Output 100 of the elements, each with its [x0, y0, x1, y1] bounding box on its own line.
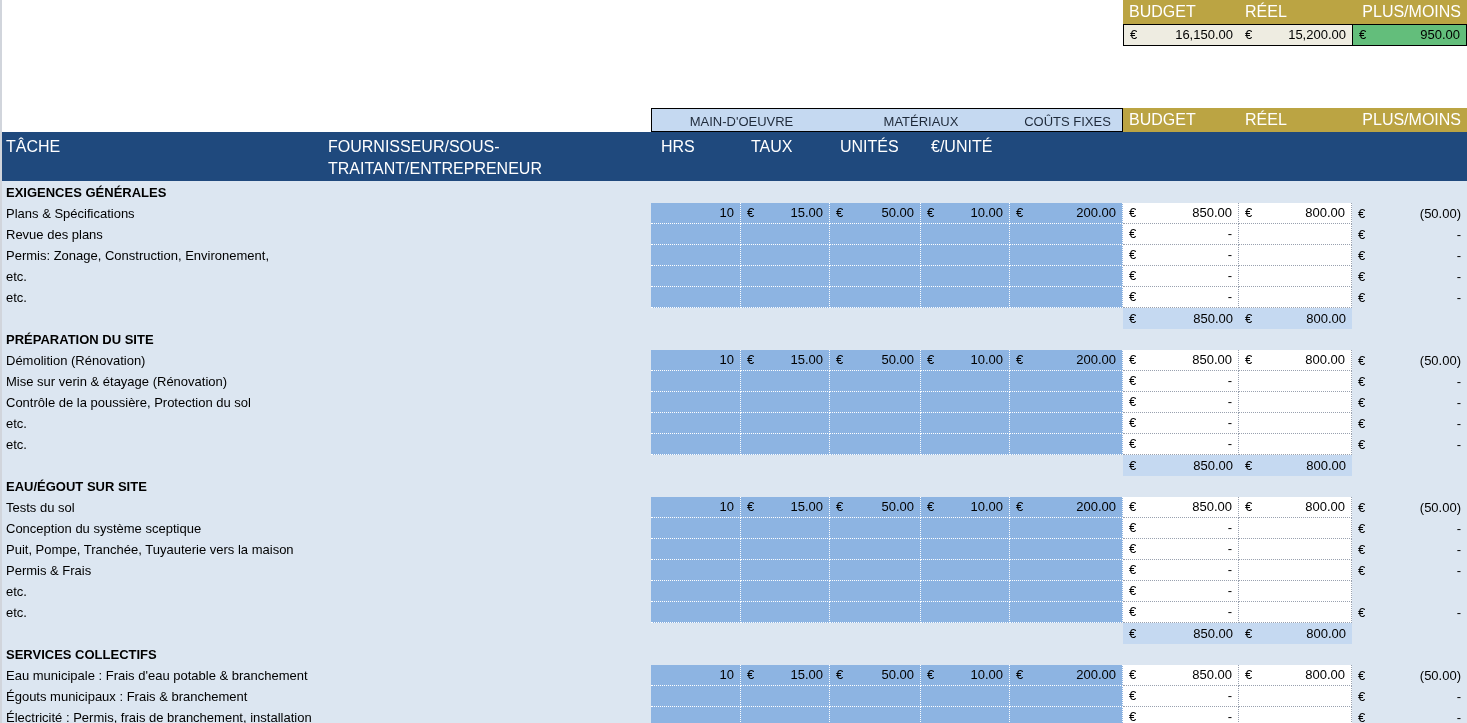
currency-symbol: € — [836, 498, 844, 517]
currency-symbol: € — [1358, 498, 1366, 517]
amount: 15.00 — [790, 351, 823, 370]
task-label: Tests du sol — [6, 498, 75, 517]
amount: - — [1227, 582, 1232, 601]
column-header: PLUS/MOINS — [1352, 0, 1467, 24]
task-label: etc. — [6, 267, 27, 286]
task-label: etc. — [6, 582, 27, 601]
amount: - — [1456, 267, 1461, 286]
currency-symbol: € — [1358, 246, 1366, 265]
currency-symbol: € — [1129, 687, 1137, 706]
currency-symbol: € — [927, 666, 935, 685]
amount: - — [1456, 519, 1461, 538]
currency-symbol: € — [1245, 456, 1253, 475]
amount: - — [1227, 687, 1232, 706]
currency-symbol: € — [1245, 309, 1253, 328]
amount: 800.00 — [1305, 666, 1345, 685]
amount: 50.00 — [881, 666, 914, 685]
amount: 850.00 — [1193, 624, 1233, 643]
column-header: PLUS/MOINS — [1352, 108, 1467, 132]
section-title: PRÉPARATION DU SITE — [5, 330, 155, 349]
amount: 850.00 — [1192, 666, 1232, 685]
amount: 800.00 — [1305, 204, 1345, 223]
column-header: HRS — [661, 138, 695, 155]
amount: (50.00) — [1419, 666, 1461, 685]
currency-symbol: € — [1129, 498, 1137, 517]
amount: 15.00 — [790, 498, 823, 517]
currency-symbol: € — [1016, 204, 1024, 223]
input-cell: 10 — [651, 203, 741, 224]
currency-symbol: € — [1129, 372, 1137, 391]
group-header: MATÉRIAUX — [883, 112, 959, 131]
amount: (50.00) — [1419, 498, 1461, 517]
column-header: €/UNITÉ — [931, 138, 993, 155]
currency-symbol: € — [1016, 498, 1024, 517]
amount: - — [1456, 708, 1461, 723]
currency-symbol: € — [1358, 225, 1366, 244]
amount: 850.00 — [1192, 351, 1232, 370]
currency-symbol: € — [1129, 603, 1137, 622]
currency-symbol: € — [836, 666, 844, 685]
amount: - — [1456, 288, 1461, 307]
currency-symbol: € — [1245, 624, 1253, 643]
amount: 10.00 — [970, 498, 1003, 517]
currency-symbol: € — [1358, 414, 1366, 433]
task-label: Eau municipale : Frais d'eau potable & branchement — [6, 666, 308, 685]
currency-symbol: € — [1129, 666, 1137, 685]
amount: - — [1456, 687, 1461, 706]
task-label: Électricité : Permis, frais de branchement, installation — [6, 708, 312, 723]
amount: - — [1227, 393, 1232, 412]
amount: - — [1227, 246, 1232, 265]
input-cell: 10 — [651, 665, 741, 686]
currency-symbol: € — [1129, 708, 1137, 723]
task-label: Démolition (Rénovation) — [6, 351, 146, 370]
amount: - — [1456, 561, 1461, 580]
task-label: Puit, Pompe, Tranchée, Tuyauterie vers la maison — [6, 540, 294, 559]
currency-symbol: € — [747, 666, 755, 685]
amount: - — [1456, 225, 1461, 244]
currency-symbol: € — [1129, 561, 1137, 580]
section-title: EAU/ÉGOUT SUR SITE — [5, 477, 148, 496]
amount: - — [1227, 603, 1232, 622]
currency-symbol: € — [1129, 624, 1137, 643]
amount: 850.00 — [1192, 498, 1232, 517]
currency-symbol: € — [1016, 351, 1024, 370]
currency-symbol: € — [836, 204, 844, 223]
currency-symbol: € — [927, 498, 935, 517]
currency-symbol: € — [927, 351, 935, 370]
column-header: BUDGET — [1123, 0, 1239, 24]
currency-symbol: € — [1359, 26, 1367, 45]
currency-symbol: € — [1245, 26, 1253, 45]
section-title: EXIGENCES GÉNÉRALES — [5, 183, 168, 202]
amount: (50.00) — [1419, 204, 1461, 223]
currency-symbol: € — [1129, 288, 1137, 307]
currency-symbol: € — [1129, 540, 1137, 559]
column-header: UNITÉS — [840, 138, 899, 155]
amount: 16,150.00 — [1175, 26, 1233, 45]
amount: 800.00 — [1305, 498, 1345, 517]
amount: - — [1227, 414, 1232, 433]
amount: - — [1227, 372, 1232, 391]
currency-symbol: € — [1129, 309, 1137, 328]
amount: 200.00 — [1076, 666, 1116, 685]
currency-symbol: € — [1358, 519, 1366, 538]
currency-symbol: € — [1358, 372, 1366, 391]
amount: - — [1227, 435, 1232, 454]
currency-symbol: € — [1358, 267, 1366, 286]
amount: 850.00 — [1193, 456, 1233, 475]
currency-symbol: € — [1358, 435, 1366, 454]
task-label: Égouts municipaux : Frais & branchement — [6, 687, 248, 706]
amount: 15.00 — [790, 204, 823, 223]
currency-symbol: € — [1245, 666, 1253, 685]
column-header: FOURNISSEUR/SOUS-TRAITANT/ENTREPRENEUR — [328, 137, 543, 179]
amount: 850.00 — [1192, 204, 1232, 223]
amount: - — [1227, 540, 1232, 559]
task-label: Conception du système sceptique — [6, 519, 202, 538]
task-label: etc. — [6, 414, 27, 433]
amount: 50.00 — [881, 498, 914, 517]
group-header: MAIN-D'OEUVRE — [689, 112, 794, 131]
amount: - — [1227, 561, 1232, 580]
amount: 850.00 — [1193, 309, 1233, 328]
currency-symbol: € — [1358, 603, 1366, 622]
currency-symbol: € — [1245, 204, 1253, 223]
currency-symbol: € — [1129, 351, 1137, 370]
